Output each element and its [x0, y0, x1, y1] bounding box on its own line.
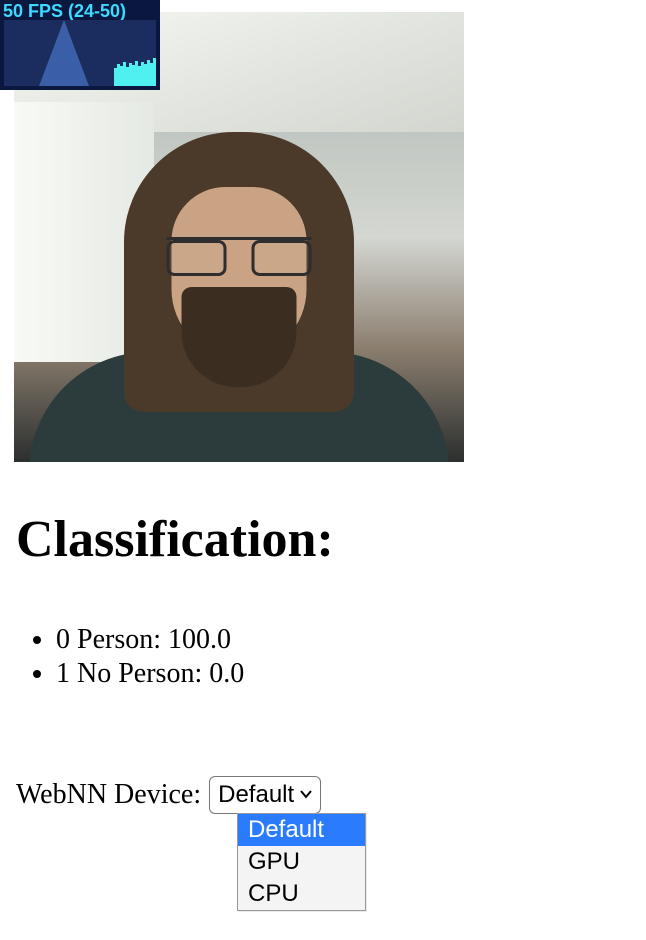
fps-bars — [114, 58, 156, 86]
device-selected-value: Default — [218, 781, 294, 809]
device-row: WebNN Device: Default — [16, 776, 321, 814]
list-item: 0 Person: 100.0 — [56, 624, 244, 656]
list-item: 1 No Person: 0.0 — [56, 658, 244, 690]
device-label: WebNN Device: — [16, 779, 201, 811]
dropdown-option-default[interactable]: Default — [238, 814, 365, 846]
classification-list: 0 Person: 100.01 No Person: 0.0 — [56, 624, 244, 692]
fps-text: 50 FPS (24-50) — [3, 1, 126, 22]
device-dropdown[interactable]: DefaultGPUCPU — [237, 813, 366, 911]
fps-bar — [153, 58, 156, 86]
dropdown-option-cpu[interactable]: CPU — [238, 878, 365, 910]
classification-heading: Classification: — [16, 510, 334, 569]
fps-overlay: 50 FPS (24-50) — [0, 0, 160, 90]
device-select[interactable]: Default — [209, 776, 321, 814]
dropdown-option-gpu[interactable]: GPU — [238, 846, 365, 878]
video-lens-left — [167, 240, 227, 276]
chevron-down-icon — [298, 781, 314, 809]
fps-peak-shape — [39, 20, 89, 86]
video-person — [69, 132, 409, 462]
video-lens-right — [252, 240, 312, 276]
video-glasses — [167, 237, 312, 273]
fps-graph — [4, 20, 156, 86]
